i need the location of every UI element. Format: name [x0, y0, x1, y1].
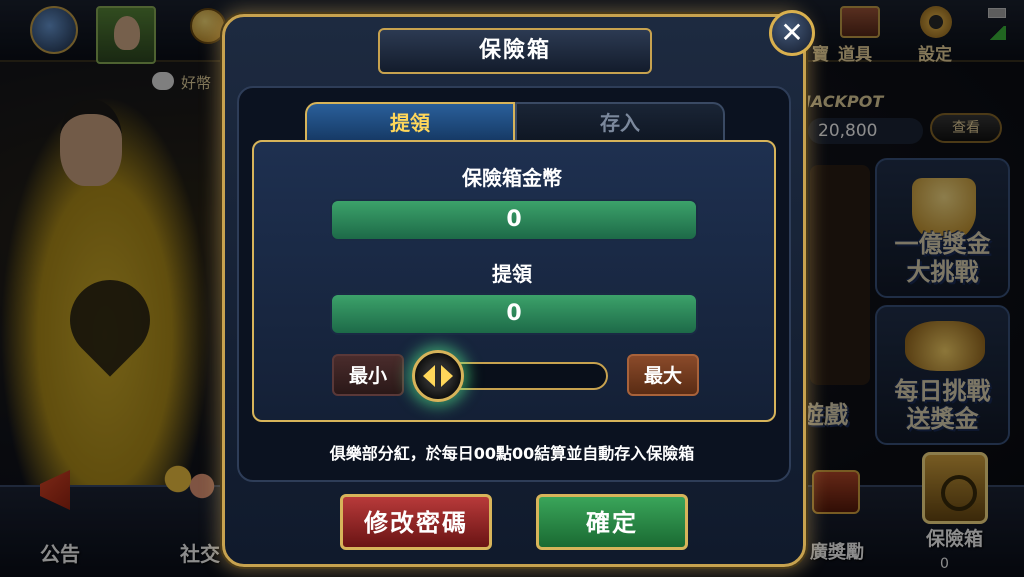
amount-slider-thumb[interactable]: [412, 350, 464, 402]
club-dividend-notice: 俱樂部分紅，於每日00點00結算並自動存入保險箱: [329, 444, 695, 463]
tab-withdraw[interactable]: 提領: [305, 102, 515, 140]
tab-deposit[interactable]: 存入: [515, 102, 725, 140]
dialog-title: 保險箱: [478, 38, 551, 63]
withdraw-amount-field[interactable]: 0: [330, 293, 698, 335]
change-password-button[interactable]: 修改密碼: [340, 494, 492, 550]
dialog-title-box: 保險箱: [378, 28, 652, 74]
min-button[interactable]: 最小: [332, 354, 404, 396]
close-button[interactable]: ✕: [769, 10, 815, 56]
max-button[interactable]: 最大: [627, 354, 699, 396]
safe-balance-label: 保險箱金幣: [462, 166, 562, 190]
withdraw-amount-label: 提領: [492, 262, 532, 286]
confirm-button[interactable]: 確定: [536, 494, 688, 550]
safe-balance-field: 0: [330, 199, 698, 241]
